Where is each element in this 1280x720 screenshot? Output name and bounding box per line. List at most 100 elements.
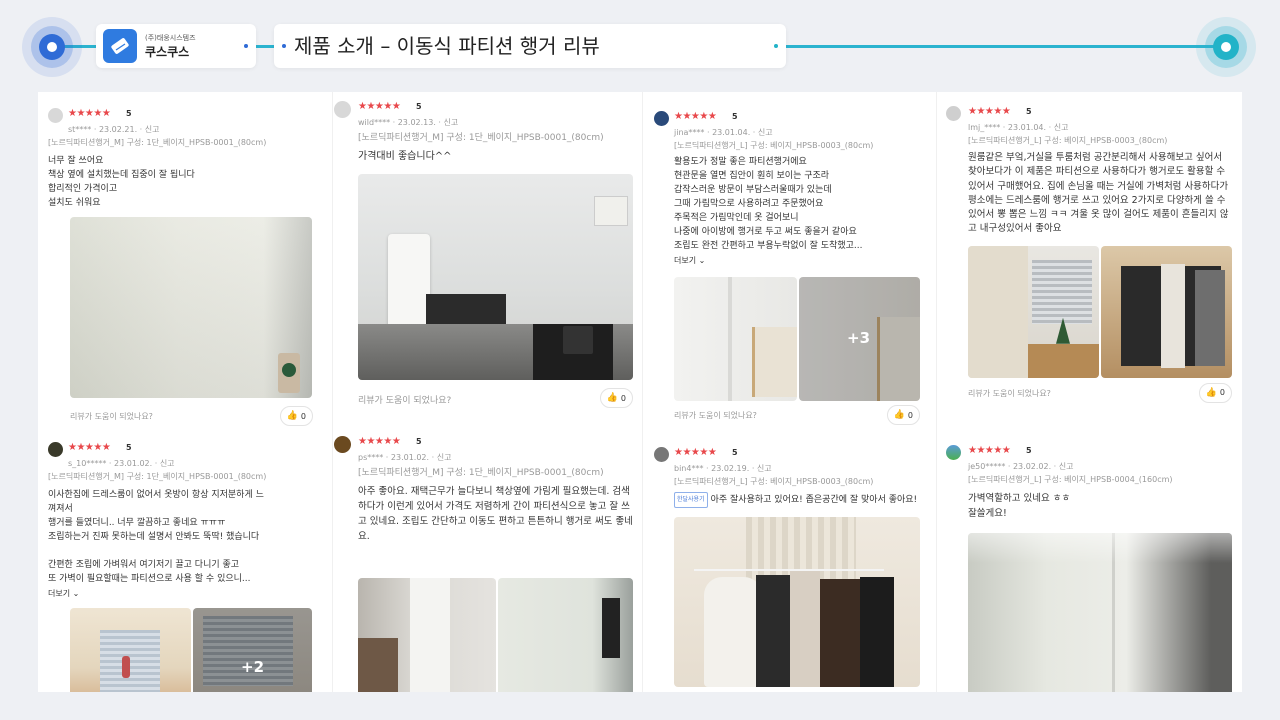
more-link[interactable]: 더보기 ⌄ [674, 255, 929, 269]
review-meta: ps**** · 23.01.02. · 신고 [358, 453, 452, 462]
review-text: 너무 잘 쓰어요 책상 옆에 설치했는데 집중이 잘 됩니다 합리적인 가격이고… [48, 156, 195, 208]
helpful-question: 리뷰가 도움이 되었나요? [70, 412, 153, 421]
helpful-question: 리뷰가 도움이 되었나요? [968, 388, 1051, 398]
rating-score: 5 [732, 112, 738, 121]
header-node-right [1196, 17, 1256, 77]
review-meta: s_10***** · 23.01.02. · 신고 [68, 459, 175, 468]
purchase-option: [노르딕파티션행거_M] 구성: 1단_베이지_HPSB-0001_(80cm) [358, 133, 604, 143]
company-subtitle: (주)태웅시스템즈 [145, 34, 196, 42]
rating-score: 5 [732, 448, 738, 457]
review-column-4: ★★★★★ 5 lmj_**** · 23.01.04. · 신고 [노르딕파티… [946, 92, 1236, 692]
review-date: 23.01.02. [114, 459, 153, 468]
rating-score: 5 [416, 437, 422, 446]
purchase-option: [노르딕파티션행거_L] 구성: 베이지_HPSB-0003_(80cm) [968, 136, 1168, 145]
review-card: ★★★★★ 5 lmj_**** · 23.01.04. · 신고 [노르딕파티… [946, 106, 1236, 405]
avatar [654, 111, 669, 126]
like-button[interactable]: 👍 0 [279, 406, 313, 426]
rating-score: 5 [126, 109, 132, 118]
rating-stars-icon: ★★★★★ [968, 445, 1011, 456]
rating-stars-icon: ★★★★★ [68, 442, 111, 453]
review-meta: st**** · 23.02.21. · 신고 [68, 125, 160, 134]
review-photo[interactable] [674, 277, 797, 401]
review-column-1: ★★★★★ 5 st**** · 23.02.21. · 신고 [노르딕파티션행… [48, 92, 313, 692]
chevron-down-icon: ⌄ [72, 589, 80, 598]
review-photo[interactable] [968, 533, 1232, 692]
report-link[interactable]: 신고 [160, 459, 175, 468]
review-user: st**** [68, 125, 92, 134]
report-link[interactable]: 신고 [1059, 462, 1074, 471]
review-text: 가격대비 좋습니다^^ [358, 151, 452, 162]
review-meta: jina**** · 23.01.04. · 신고 [674, 128, 773, 137]
thumbs-up-icon: 👍 [606, 393, 618, 403]
review-user: ps**** [358, 453, 384, 462]
rating-score: 5 [1026, 446, 1032, 455]
review-photo[interactable] [1101, 245, 1232, 378]
report-link[interactable]: 신고 [145, 125, 160, 134]
rating-score: 5 [416, 102, 422, 111]
review-photo[interactable] [70, 608, 191, 692]
helpful-question: 리뷰가 도움이 되었나요? [358, 396, 452, 406]
review-card: ★★★★★ 5 s_10***** · 23.01.02. · 신고 [노르딕파… [48, 442, 313, 692]
review-date: 23.02.13. [397, 118, 436, 127]
review-text: 한달사용기 아주 잘사용하고 있어요! 좁은공간에 잘 맞아서 좋아요! [674, 492, 920, 508]
avatar [334, 436, 351, 453]
company-logo-card: (주)태웅시스템즈 쿠스쿠스 [96, 24, 256, 68]
review-card: ★★★★★ 5 ps**** · 23.01.02. · 신고 [노르딕파티션행… [334, 436, 636, 692]
extra-photos-count: +2 [241, 658, 265, 676]
rating-score: 5 [1026, 107, 1032, 116]
header-line-right [786, 45, 1216, 48]
review-user: je50***** [968, 462, 1006, 471]
rating-stars-icon: ★★★★★ [968, 106, 1011, 117]
purchase-option: [노르딕파티션행거_M] 구성: 1단_베이지_HPSB-0001_(80cm) [48, 472, 267, 481]
purchase-option: [노르딕파티션행거_M] 구성: 1단_베이지_HPSB-0001_(80cm) [358, 468, 604, 478]
review-text: 이사한집에 드레스룸이 없어서 옷방이 항상 지저분하게 느 껴져서 행거를 들… [48, 490, 264, 584]
review-photo[interactable] [358, 578, 496, 692]
review-column-2: ★★★★★ 5 wild**** · 23.02.13. · 신고 [노르딕파티… [334, 92, 636, 692]
report-link[interactable]: 신고 [444, 118, 459, 127]
review-photo[interactable]: +2 [193, 608, 312, 692]
purchase-option: [노르딕파티션행거_M] 구성: 1단_베이지_HPSB-0001_(80cm) [48, 138, 267, 147]
review-photo[interactable] [498, 578, 633, 692]
review-meta: je50***** · 23.02.02. · 신고 [968, 462, 1074, 471]
review-card: ★★★★★ 5 je50***** · 23.02.02. · 신고 [노르딕파… [946, 445, 1236, 692]
review-card: ★★★★★ 5 bin4*** · 23.02.19. · 신고 [노르딕파티션… [654, 447, 929, 687]
logo-icon [103, 29, 137, 63]
avatar [946, 106, 961, 121]
page-title-card: 제품 소개 – 이동식 파티션 행거 리뷰 [274, 24, 786, 68]
review-photo[interactable] [358, 174, 633, 380]
report-link[interactable]: 신고 [757, 464, 772, 473]
header-node-left [22, 17, 82, 77]
avatar [48, 108, 63, 123]
like-button[interactable]: 👍 0 [599, 388, 633, 408]
page-title: 제품 소개 – 이동식 파티션 행거 리뷰 [294, 34, 600, 58]
review-user: lmj_**** [968, 123, 1001, 132]
review-date: 23.01.04. [1007, 123, 1047, 132]
more-link[interactable]: 더보기 ⌄ [48, 588, 313, 602]
purchase-option: [노르딕파티션행거_L] 구성: 베이지_HPSB-0003_(80cm) [674, 477, 874, 486]
rating-score: 5 [126, 443, 132, 452]
avatar [48, 442, 63, 457]
review-user: jina**** [674, 128, 705, 137]
report-link[interactable]: 신고 [758, 128, 773, 137]
review-date: 23.02.02. [1012, 462, 1052, 471]
review-user: s_10***** [68, 459, 107, 468]
avatar [946, 445, 961, 460]
extra-photos-count: +3 [847, 329, 871, 347]
review-board: ★★★★★ 5 st**** · 23.02.21. · 신고 [노르딕파티션행… [38, 92, 1242, 692]
report-link[interactable]: 신고 [1054, 123, 1069, 132]
review-card: ★★★★★ 5 wild**** · 23.02.13. · 신고 [노르딕파티… [334, 101, 636, 410]
rating-stars-icon: ★★★★★ [358, 101, 401, 112]
review-card: ★★★★★ 5 jina**** · 23.01.04. · 신고 [노르딕파티… [654, 111, 929, 427]
report-link[interactable]: 신고 [437, 453, 452, 462]
like-button[interactable]: 👍 0 [1198, 382, 1232, 403]
review-user: bin4*** [674, 464, 704, 473]
review-photo[interactable] [70, 217, 312, 398]
review-photo[interactable]: +3 [799, 277, 920, 401]
review-photo[interactable] [968, 245, 1099, 378]
review-meta: wild**** · 23.02.13. · 신고 [358, 118, 459, 127]
review-date: 23.02.19. [711, 464, 750, 473]
review-photo[interactable] [674, 517, 920, 687]
thumbs-up-icon: 👍 [893, 410, 905, 420]
like-button[interactable]: 👍 0 [886, 405, 920, 425]
header-line-mid [256, 45, 276, 48]
